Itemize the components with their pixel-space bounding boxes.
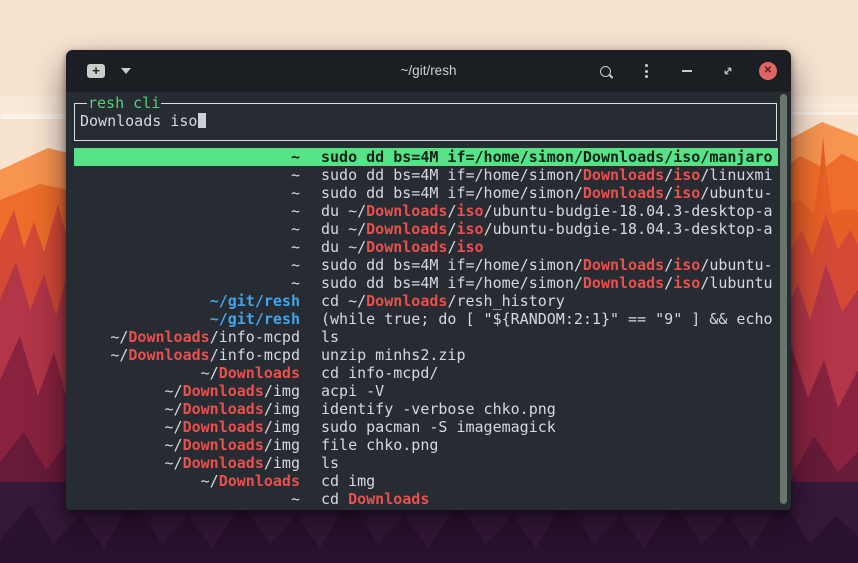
row-directory: ~: [74, 238, 300, 256]
new-tab-icon: [87, 64, 105, 78]
history-row[interactable]: ~ du ~/Downloads/iso: [74, 238, 778, 256]
row-command: du ~/Downloads/iso/ubuntu-budgie-18.04.3…: [321, 202, 773, 220]
row-directory: ~: [74, 166, 300, 184]
row-directory: ~/Downloads/img: [74, 454, 300, 472]
history-row[interactable]: ~ sudo dd bs=4M if=/home/simon/Downloads/…: [74, 274, 778, 292]
row-command: cd info-mcpd/: [321, 364, 438, 382]
restore-button[interactable]: [718, 59, 738, 83]
row-directory: ~/Downloads/info-mcpd: [74, 328, 300, 346]
history-row[interactable]: ~/Downloads/img acpi -V: [74, 382, 778, 400]
row-command: file chko.png: [321, 436, 438, 454]
tab-list-button[interactable]: [116, 59, 136, 83]
row-command: sudo dd bs=4M if=/home/simon/Downloads/i…: [321, 166, 773, 184]
kebab-menu-icon: [645, 64, 648, 78]
history-row[interactable]: ~/Downloads cd info-mcpd/: [74, 364, 778, 382]
search-panel: resh cli Downloads iso: [74, 103, 777, 141]
row-command: sudo dd bs=4M if=/home/simon/Downloads/i…: [321, 148, 773, 166]
row-directory: ~: [74, 490, 300, 508]
row-directory: ~/git/resh: [74, 292, 300, 310]
row-directory: ~: [74, 148, 300, 166]
row-command: cd ~/Downloads/resh_history: [321, 292, 565, 310]
search-input[interactable]: Downloads iso: [80, 104, 772, 138]
history-list: ~ sudo dd bs=4M if=/home/simon/Downloads/…: [74, 148, 778, 508]
row-directory: ~/Downloads/img: [74, 400, 300, 418]
history-row[interactable]: ~ du ~/Downloads/iso/ubuntu-budgie-18.04.…: [74, 202, 778, 220]
terminal-window: ~/git/resh re: [66, 50, 791, 510]
row-directory: ~/Downloads: [74, 472, 300, 490]
history-row[interactable]: ~/Downloads/img ls: [74, 454, 778, 472]
history-row[interactable]: ~/Downloads/img sudo pacman -S imagemagic…: [74, 418, 778, 436]
window-title: ~/git/resh: [401, 50, 457, 92]
row-directory: ~/Downloads/img: [74, 382, 300, 400]
scrollbar[interactable]: [780, 94, 787, 504]
history-row[interactable]: ~/Downloads cd img: [74, 472, 778, 490]
row-directory: ~/git/resh: [74, 310, 300, 328]
terminal-content: resh cli Downloads iso ~ sudo dd bs=4M if…: [66, 92, 791, 510]
restore-icon: [722, 65, 734, 77]
titlebar[interactable]: ~/git/resh: [66, 50, 791, 92]
history-row[interactable]: ~/Downloads/img identify -verbose chko.pn…: [74, 400, 778, 418]
row-command: sudo dd bs=4M if=/home/simon/Downloads/i…: [321, 256, 773, 274]
history-row[interactable]: ~ sudo dd bs=4M if=/home/simon/Downloads/…: [74, 256, 778, 274]
row-command: unzip minhs2.zip: [321, 346, 466, 364]
row-command: cd Downloads: [321, 490, 429, 508]
row-directory: ~: [74, 256, 300, 274]
row-command: identify -verbose chko.png: [321, 400, 556, 418]
row-command: (while true; do [ "${RANDOM:2:1}" == "9"…: [321, 310, 773, 328]
history-row[interactable]: ~ sudo dd bs=4M if=/home/simon/Downloads/…: [74, 166, 778, 184]
text-cursor: [198, 113, 206, 128]
row-command: ls: [321, 328, 339, 346]
history-row[interactable]: ~/git/resh (while true; do [ "${RANDOM:2:…: [74, 310, 778, 328]
row-command: acpi -V: [321, 382, 384, 400]
row-directory: ~: [74, 184, 300, 202]
history-row[interactable]: ~/Downloads/info-mcpd ls: [74, 328, 778, 346]
minimize-button[interactable]: [677, 59, 697, 83]
chevron-down-icon: [121, 68, 131, 74]
row-directory: ~/Downloads/img: [74, 418, 300, 436]
row-command: sudo dd bs=4M if=/home/simon/Downloads/i…: [321, 184, 773, 202]
history-row[interactable]: ~ sudo dd bs=4M if=/home/simon/Downloads/…: [74, 184, 778, 202]
new-tab-button[interactable]: [86, 59, 106, 83]
row-directory: ~/Downloads/info-mcpd: [74, 346, 300, 364]
row-directory: ~: [74, 202, 300, 220]
row-directory: ~: [74, 220, 300, 238]
row-command: sudo dd bs=4M if=/home/simon/Downloads/i…: [321, 274, 773, 292]
row-command: sudo pacman -S imagemagick: [321, 418, 556, 436]
row-command: cd img: [321, 472, 375, 490]
row-command: ls: [321, 454, 339, 472]
history-row[interactable]: ~/Downloads/info-mcpd unzip minhs2.zip: [74, 346, 778, 364]
history-row[interactable]: ~/git/resh cd ~/Downloads/resh_history: [74, 292, 778, 310]
close-button[interactable]: [759, 62, 777, 80]
search-query-text: Downloads iso: [80, 112, 197, 130]
row-command: du ~/Downloads/iso: [321, 238, 484, 256]
row-directory: ~: [74, 274, 300, 292]
history-row[interactable]: ~ du ~/Downloads/iso/ubuntu-budgie-18.04.…: [74, 220, 778, 238]
history-row[interactable]: ~/Downloads/img file chko.png: [74, 436, 778, 454]
menu-button[interactable]: [636, 59, 656, 83]
history-row-selected[interactable]: ~ sudo dd bs=4M if=/home/simon/Downloads/…: [74, 148, 778, 166]
history-row[interactable]: ~ cd Downloads: [74, 490, 778, 508]
search-button[interactable]: [595, 59, 615, 83]
row-directory: ~/Downloads/img: [74, 436, 300, 454]
close-icon: [764, 66, 772, 76]
row-command: du ~/Downloads/iso/ubuntu-budgie-18.04.3…: [321, 220, 773, 238]
search-icon: [600, 66, 611, 77]
row-directory: ~/Downloads: [74, 364, 300, 382]
minimize-icon: [682, 70, 692, 72]
